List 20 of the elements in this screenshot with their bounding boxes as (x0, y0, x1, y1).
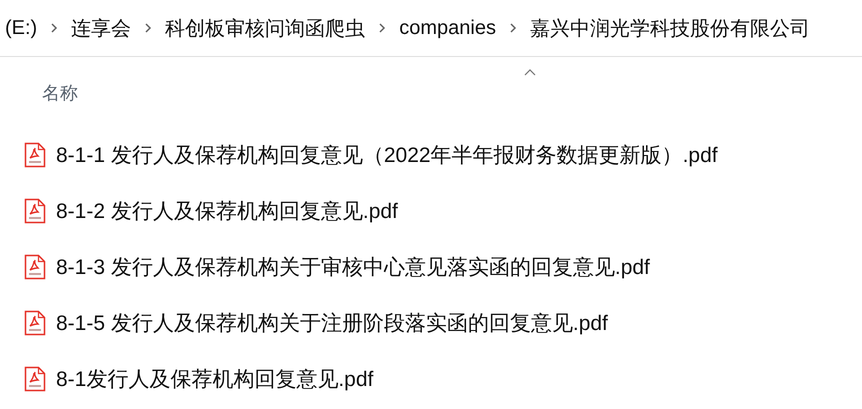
pdf-file-icon (24, 254, 46, 280)
breadcrumb-item[interactable]: companies (398, 16, 497, 40)
breadcrumb-item[interactable]: 嘉兴中润光学科技股份有限公司 (528, 14, 811, 42)
file-name[interactable]: 8-1-5 发行人及保荐机构关于注册阶段落实函的回复意见.pdf (56, 309, 608, 337)
file-name[interactable]: 8-1-2 发行人及保荐机构回复意见.pdf (56, 197, 398, 225)
breadcrumb-item[interactable]: 科创板审核问询函爬虫 (164, 14, 366, 42)
pdf-file-icon (24, 310, 46, 336)
file-name[interactable]: 8-1发行人及保荐机构回复意见.pdf (56, 365, 374, 393)
breadcrumb-item[interactable]: (E:) (4, 16, 38, 40)
column-header[interactable]: 名称 (42, 81, 78, 105)
chevron-right-icon (143, 22, 154, 34)
pdf-file-icon (24, 142, 46, 168)
file-name[interactable]: 8-1-1 发行人及保荐机构回复意见（2022年半年报财务数据更新版）.pdf (56, 141, 718, 169)
chevron-right-icon (49, 22, 60, 34)
pdf-file-icon (24, 366, 46, 392)
file-name[interactable]: 8-1-3 发行人及保荐机构关于审核中心意见落实函的回复意见.pdf (56, 253, 650, 281)
pdf-file-icon (24, 198, 46, 224)
chevron-right-icon (377, 22, 388, 34)
chevron-right-icon (508, 22, 518, 34)
breadcrumb-item[interactable]: 连享会 (70, 14, 132, 42)
